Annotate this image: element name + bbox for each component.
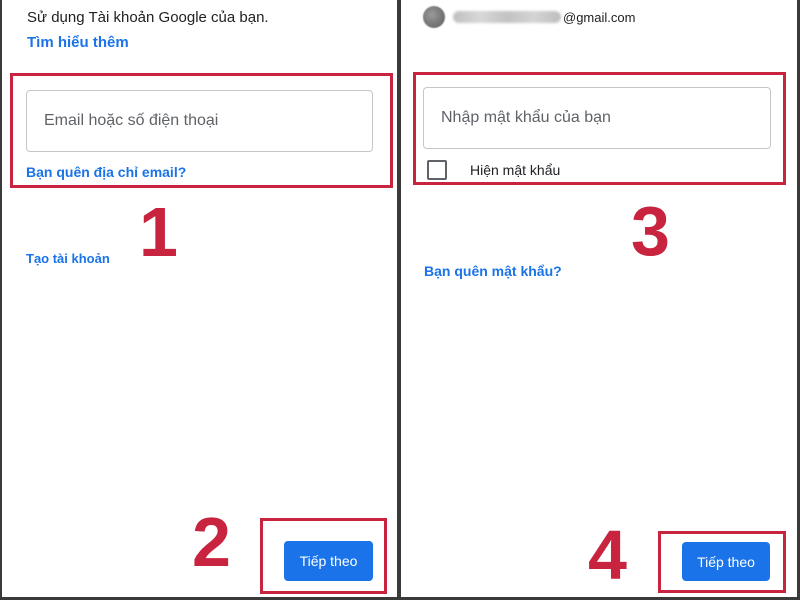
show-password-row[interactable]: Hiện mật khẩu — [427, 160, 560, 180]
forgot-password-link[interactable]: Bạn quên mật khẩu? — [424, 263, 562, 279]
create-account-link[interactable]: Tạo tài khoản — [26, 251, 110, 266]
account-chip[interactable]: @gmail.com — [423, 6, 635, 28]
next-button[interactable]: Tiếp theo — [682, 542, 770, 581]
step-number-1: 1 — [139, 193, 178, 271]
password-input[interactable]: Nhập mật khẩu của bạn — [423, 87, 771, 149]
email-input-placeholder: Email hoặc số điện thoại — [44, 112, 219, 129]
show-password-label: Hiện mật khẩu — [470, 162, 561, 178]
intro-text: Sử dụng Tài khoản Google của bạn. — [27, 9, 269, 26]
account-email-domain: @gmail.com — [563, 9, 636, 25]
step-number-2: 2 — [192, 503, 231, 581]
email-input[interactable]: Email hoặc số điện thoại — [26, 90, 373, 152]
step-number-3: 3 — [631, 192, 670, 270]
show-password-checkbox[interactable] — [427, 160, 447, 180]
password-input-placeholder: Nhập mật khẩu của bạn — [441, 109, 611, 126]
learn-more-link[interactable]: Tìm hiểu thêm — [27, 34, 129, 51]
password-step-panel: @gmail.com Nhập mật khẩu của bạn Hiện mậ… — [401, 0, 797, 597]
blurred-email-username — [453, 11, 561, 23]
avatar — [423, 6, 445, 28]
email-step-panel: Sử dụng Tài khoản Google của bạn. Tìm hi… — [2, 0, 397, 597]
forgot-email-link[interactable]: Bạn quên địa chỉ email? — [26, 164, 186, 180]
next-button[interactable]: Tiếp theo — [284, 541, 373, 581]
step-number-4: 4 — [588, 516, 627, 594]
screenshot-frame: Sử dụng Tài khoản Google của bạn. Tìm hi… — [0, 0, 800, 600]
